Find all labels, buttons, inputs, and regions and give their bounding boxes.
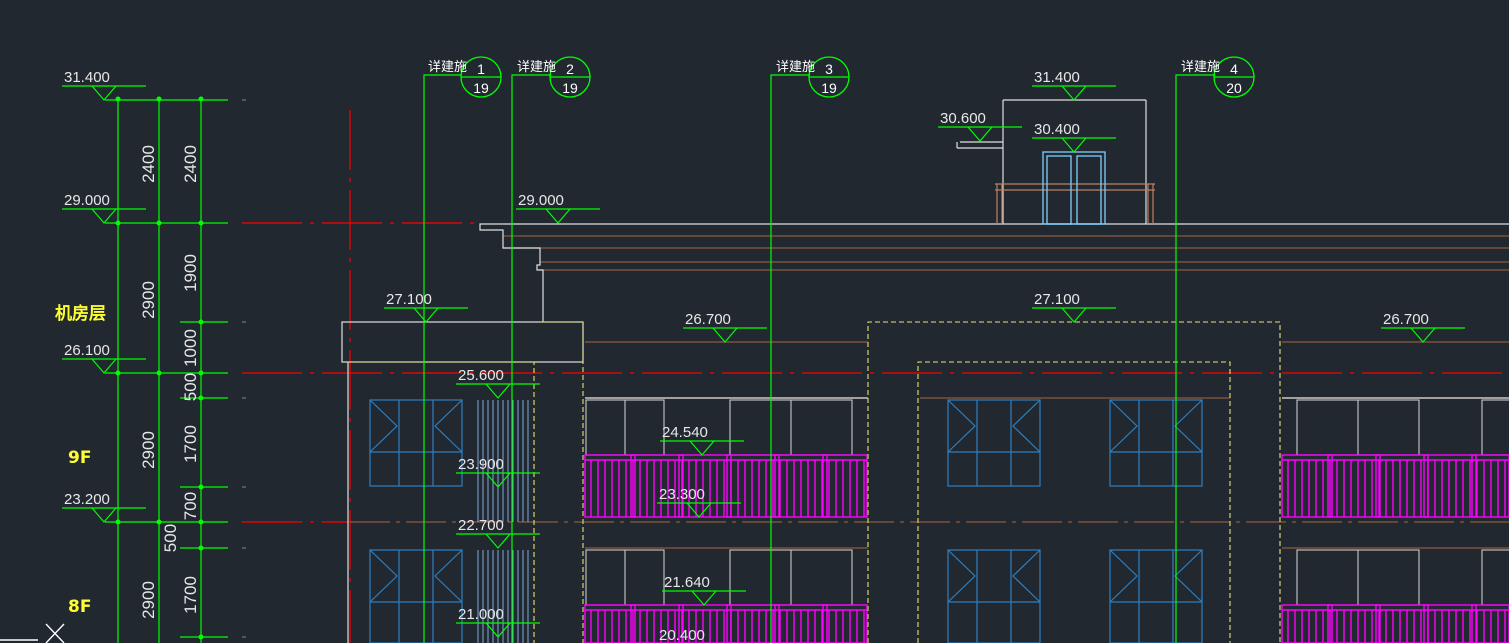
callout-4[interactable]: 详建施 4 20 [1181,56,1255,98]
elevation-marker-el-31400: 31.400 [62,69,146,101]
elevation-marker-el-31400-top: 31.400 [1032,69,1116,101]
dim-inner-6: 700 [181,492,200,520]
floor-label-machine-room: 机房层 [55,303,106,324]
callout-2-text: 详建施 [517,60,556,75]
elevation-marker-el-30400: 30.400 [1032,121,1116,153]
callout-2-sheet: 19 [562,80,578,96]
elevation-marker-el-26700-a: 26.700 [683,311,767,343]
callout-1-text: 详建施 [428,60,467,75]
inner-dimensions: 2400 1900 1000 500 1700 700 1700 500 [161,145,200,614]
balcony-railings [584,454,1509,643]
elevation-marker-el-21640: 21.640 [662,574,746,606]
dim-outer-4: 2900 [139,581,158,619]
dim-inner-2: 1900 [181,254,200,292]
axis-lines [242,110,1509,643]
callout-3[interactable]: 详建施 3 19 [776,56,850,98]
dim-inner-4: 500 [181,373,200,401]
elevation-label-el-29000-roof: 29.000 [518,192,564,209]
elevation-marker-el-27100-b: 27.100 [1032,291,1116,323]
floor-label-8f: 8F [68,597,91,617]
elevation-marker-el-26700-b: 26.700 [1381,311,1465,343]
elevation-label-el-22700: 22.700 [458,517,504,534]
callout-3-num: 3 [825,61,833,77]
elevation-markers: 31.400 29.000 26.100 23.200 29.000 31.400 30.6… [62,69,1465,643]
callout-1-sheet: 19 [473,80,489,96]
cad-drawing-canvas[interactable]: 2400 2900 2900 2900 2400 1900 1000 500 1… [0,0,1509,643]
detail-callouts: 详建施 1 19 详建施 2 19 详建施 3 19 详建施 4 20 [428,56,1255,98]
dim-inner-1: 2400 [181,145,200,183]
elevation-label-el-25600: 25.600 [458,367,504,384]
elevation-label-el-24540: 24.540 [662,424,708,441]
callout-3-text: 详建施 [776,60,815,75]
dim-small: 500 [161,524,180,552]
elevation-label-el-31400-top: 31.400 [1034,69,1080,86]
callout-4-sheet: 20 [1226,80,1242,96]
elevation-marker-el-23200: 23.200 [62,491,146,523]
dim-inner-5: 1700 [181,425,200,463]
callout-4-text: 详建施 [1181,60,1220,75]
elevation-marker-el-20400: 20.400 [659,627,705,643]
elevation-label-el-23300: 23.300 [659,486,705,503]
elevation-label-el-23900: 23.900 [458,456,504,473]
callout-1[interactable]: 详建施 1 19 [428,56,502,98]
penthouse-parapet [995,183,1155,224]
callout-2-num: 2 [566,61,574,77]
callout-2[interactable]: 详建施 2 19 [517,56,591,98]
elevation-label-el-31400: 31.400 [64,69,110,86]
dim-outer-3: 2900 [139,431,158,469]
dim-outer-2: 2900 [139,281,158,319]
elevation-label-el-30400: 30.400 [1034,121,1080,138]
elevation-label-el-27100-a: 27.100 [386,291,432,308]
elevation-label-el-21640: 21.640 [664,574,710,591]
floor-lines [350,235,1509,549]
elevation-label-el-26700-b: 26.700 [1383,311,1429,328]
elevation-label-el-27100-b: 27.100 [1034,291,1080,308]
elevation-label-el-29000: 29.000 [64,192,110,209]
elevation-label-el-20400: 20.400 [659,627,705,643]
elevation-marker-el-25600: 25.600 [456,367,540,399]
elevation-label-el-30600: 30.600 [940,110,986,127]
elevation-marker-el-29000-roof: 29.000 [516,192,600,224]
callout-1-num: 1 [477,61,485,77]
elevation-marker-el-24540: 24.540 [660,424,744,456]
penthouse-door [1042,151,1106,225]
ucs-icon [0,623,65,643]
outer-dimensions: 2400 2900 2900 2900 [139,145,158,619]
dimension-lines [105,74,1215,643]
elevation-marker-el-27100-a: 27.100 [384,291,468,323]
grid-ticks [242,99,246,638]
elevation-marker-el-29000: 29.000 [62,192,146,224]
elevation-marker-el-30600: 30.600 [938,110,1022,142]
elevation-label-el-23200: 23.200 [64,491,110,508]
dim-inner-7: 1700 [181,576,200,614]
dim-outer-1: 2400 [139,145,158,183]
elevation-marker-el-23300: 23.300 [657,486,741,518]
callout-4-num: 4 [1230,61,1238,77]
callout-3-sheet: 19 [821,80,837,96]
elevation-label-el-21000: 21.000 [458,606,504,623]
floor-label-9f: 9F [68,448,91,468]
elevation-marker-el-26100: 26.100 [62,342,146,374]
building-outline [341,99,1509,643]
elevation-label-el-26100: 26.100 [64,342,110,359]
dim-inner-3: 1000 [181,329,200,367]
elevation-label-el-26700-a: 26.700 [685,311,731,328]
